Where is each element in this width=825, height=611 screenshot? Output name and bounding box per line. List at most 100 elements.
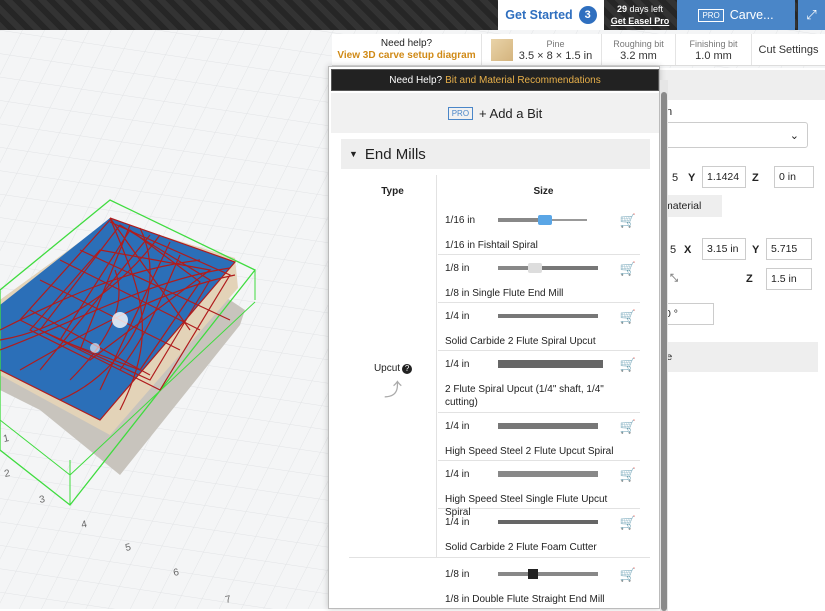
bit-size: 1/4 in [445, 421, 470, 432]
bit-name: Solid Carbide 2 Flute Foam Cutter [445, 542, 597, 553]
get-started-count-badge: 3 [578, 6, 597, 24]
cart-icon[interactable]: 🛒 [620, 261, 636, 277]
bit-selection-panel: Need Help? Bit and Material Recommendati… [328, 66, 660, 609]
height-input[interactable]: 5.715 [766, 238, 812, 260]
bit-size: 1/4 in [445, 311, 470, 322]
add-bit-label: + Add a Bit [479, 105, 543, 121]
finishing-label: Finishing bit [689, 38, 738, 49]
trial-days: 29 [616, 4, 627, 14]
shape-dropdown[interactable]: ⌄ [664, 122, 808, 148]
bit-row[interactable]: 1/4 in 🛒 Solid Carbide 2 Flute Spiral Up… [438, 303, 640, 351]
bit-name: 1/16 in Fishtail Spiral [445, 240, 538, 251]
pro-badge: PRO [698, 8, 724, 22]
bit-help-prefix: Need Help? [389, 74, 443, 86]
bit-panel-scroll-thumb[interactable] [661, 92, 667, 611]
bit-recommendations-link[interactable]: Bit and Material Recommendations [445, 75, 601, 86]
finishing-value: 1.0 mm [695, 49, 732, 62]
bit-size: 1/4 in [445, 517, 470, 528]
bit-help-banner: Need Help? Bit and Material Recommendati… [331, 69, 659, 91]
bit-row[interactable]: 1/8 in 🛒 1/8 in Double Flute Straight En… [438, 561, 640, 608]
depth-label: Z [746, 273, 753, 285]
rotation-input[interactable]: 0 ° [660, 303, 714, 325]
trial-status: 29 days left Get Easel Pro [604, 0, 676, 30]
carve-settings-bar: Need help? View 3D carve setup diagram P… [332, 34, 825, 66]
bit-name: High Speed Steel 2 Flute Upcut Spiral [445, 446, 614, 457]
bit-row[interactable]: 1/16 in 🛒 1/16 in Fishtail Spiral [438, 207, 640, 255]
bit-name: 2 Flute Spiral Upcut (1/4" shaft, 1/4" c… [445, 384, 604, 408]
cart-icon[interactable]: 🛒 [620, 357, 636, 373]
divider [349, 557, 650, 558]
trial-text: days left [629, 4, 664, 14]
width-input[interactable]: 3.15 in [702, 238, 746, 260]
y-position-input[interactable]: 1.1424 [702, 166, 746, 188]
bit-image [498, 423, 598, 429]
width-label: X [684, 244, 692, 256]
help-icon[interactable]: ? [402, 364, 413, 374]
bit-image [498, 520, 598, 524]
lock-icon[interactable]: ⤡ [670, 273, 678, 284]
roughing-bit-selector[interactable]: Roughing bit 3.2 mm [602, 34, 676, 65]
upcut-type-cell: Upcut? ⤴ [349, 363, 437, 402]
material-selector[interactable]: Pine 3.5 × 8 × 1.5 in [482, 34, 602, 65]
bit-name: 1/8 in Single Flute End Mill [445, 288, 564, 299]
z-position-input[interactable]: 0 in [774, 166, 814, 188]
chevron-down-icon: ⌄ [789, 129, 799, 142]
carve-label: Carve... [729, 8, 774, 22]
bit-row[interactable]: 1/4 in 🛒 2 Flute Spiral Upcut (1/4" shaf… [438, 351, 640, 413]
bit-size: 1/16 in [445, 215, 476, 226]
bit-image [498, 215, 587, 225]
cart-icon[interactable]: 🛒 [620, 567, 636, 583]
get-started-label: Get Started [505, 8, 573, 22]
bit-row[interactable]: 1/8 in 🛒 1/8 in Single Flute End Mill [438, 255, 640, 303]
bit-table-header: Type Size [349, 175, 650, 207]
section-toggle[interactable]: le [660, 342, 818, 372]
wood-swatch [490, 38, 513, 61]
cart-icon[interactable]: 🛒 [620, 213, 636, 229]
cut-settings-label: Cut Settings [758, 43, 819, 56]
roughing-label: Roughing bit [613, 38, 664, 49]
bit-size: 1/8 in [445, 569, 470, 580]
z-label: Z [752, 172, 759, 184]
x-value-fragment: 5 [672, 172, 679, 184]
panel-header [660, 70, 825, 100]
shape-properties-panel: n ⌄ 5 Y 1.1424 Z 0 in material 5 X 3.15 … [660, 68, 825, 609]
fullscreen-button[interactable]: ⤢ [797, 0, 825, 30]
upcut-icon: ⤴ [384, 380, 402, 400]
carve-button[interactable]: PRO Carve... [677, 0, 795, 30]
bit-image [498, 569, 598, 579]
type-column-header: Type [349, 175, 437, 207]
bit-size: 1/4 in [445, 359, 470, 370]
get-pro-link[interactable]: Get Easel Pro [611, 16, 670, 26]
expand-icon: ⤢ [806, 7, 817, 22]
cut-settings-button[interactable]: Cut Settings [752, 34, 825, 65]
bit-size: 1/4 in [445, 469, 470, 480]
get-started-button[interactable]: Get Started 3 [498, 0, 604, 30]
bit-row[interactable]: 1/4 in 🛒 High Speed Steel Single Flute U… [438, 461, 640, 518]
cart-icon[interactable]: 🛒 [620, 419, 636, 435]
cart-icon[interactable]: 🛒 [620, 467, 636, 483]
setup-diagram-link[interactable]: View 3D carve setup diagram [337, 50, 475, 62]
end-mills-section-toggle[interactable]: ▼ End Mills [341, 139, 650, 169]
bit-row[interactable]: 1/4 in 🛒 High Speed Steel 2 Flute Upcut … [438, 413, 640, 461]
depth-input[interactable]: 1.5 in [766, 268, 812, 290]
roughing-value: 3.2 mm [620, 49, 657, 62]
material-size: 3.5 × 8 × 1.5 in [518, 49, 593, 62]
material-button[interactable]: material [660, 195, 722, 217]
upcut-label: Upcut [373, 363, 401, 374]
bit-name: Solid Carbide 2 Flute Spiral Upcut [445, 336, 596, 347]
height-label: Y [752, 244, 760, 256]
bit-image [498, 314, 598, 318]
y-label: Y [688, 172, 696, 184]
material-name: Pine [546, 38, 565, 49]
help-title: Need help? [380, 37, 433, 49]
cart-icon[interactable]: 🛒 [620, 309, 636, 325]
bit-image [498, 471, 598, 477]
cart-icon[interactable]: 🛒 [620, 515, 636, 531]
size-fragment: 5 [670, 244, 677, 256]
caret-down-icon: ▼ [349, 149, 358, 159]
section-title: End Mills [364, 145, 426, 163]
bit-name: 1/8 in Double Flute Straight End Mill [445, 594, 605, 605]
bit-row[interactable]: 1/4 in 🛒 Solid Carbide 2 Flute Foam Cutt… [438, 509, 640, 557]
add-bit-button[interactable]: PRO + Add a Bit [331, 93, 659, 133]
finishing-bit-selector[interactable]: Finishing bit 1.0 mm [676, 34, 752, 65]
